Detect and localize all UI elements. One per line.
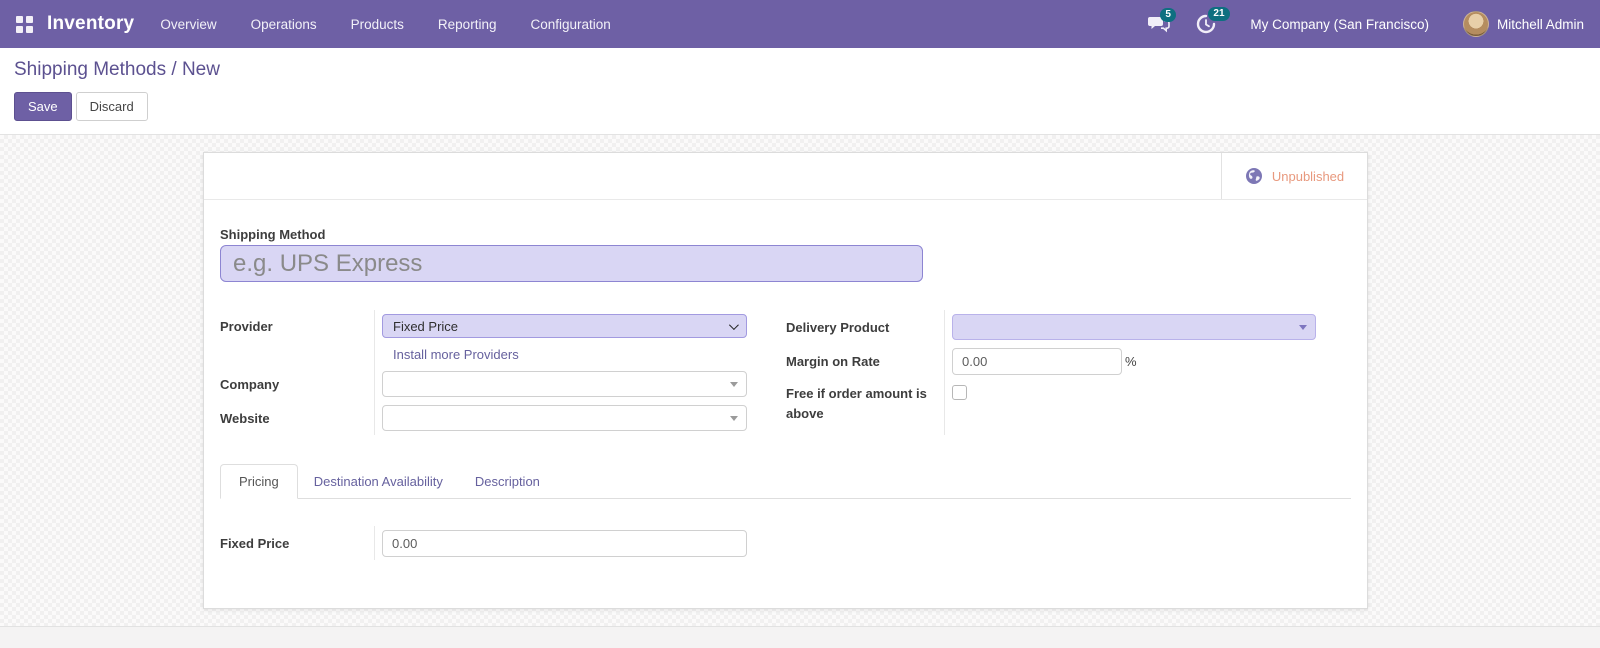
website-input[interactable] (391, 411, 724, 426)
publish-toggle-button[interactable]: Unpublished (1221, 153, 1367, 199)
tab-destination-availability[interactable]: Destination Availability (298, 465, 459, 498)
free-if-order-label: Free if order amount is above (786, 384, 936, 424)
chevron-down-icon (729, 320, 739, 330)
shipping-method-input[interactable] (220, 245, 923, 282)
activities-badge: 21 (1208, 7, 1229, 21)
fixed-price-input[interactable] (382, 530, 747, 557)
delivery-product-input[interactable] (961, 320, 1293, 335)
bottom-strip (0, 626, 1600, 648)
top-navbar: Inventory Overview Operations Products R… (0, 0, 1600, 48)
content-area: Unpublished Shipping Method Provider (0, 135, 1600, 648)
tab-description[interactable]: Description (459, 465, 556, 498)
install-more-providers-link[interactable]: Install more Providers (382, 347, 519, 362)
menu-overview[interactable]: Overview (160, 17, 216, 32)
tab-pricing[interactable]: Pricing (220, 464, 298, 499)
form-statusbar: Unpublished (204, 153, 1367, 200)
company-field[interactable] (382, 371, 747, 397)
left-group: Provider Company Website Fixed Price (220, 310, 747, 435)
form-body: Shipping Method Provider Company Website (204, 227, 1367, 560)
free-if-order-checkbox[interactable] (952, 385, 967, 400)
discard-button[interactable]: Discard (76, 92, 148, 121)
control-panel: Shipping Methods / New Save Discard (0, 48, 1600, 135)
menu-products[interactable]: Products (351, 17, 404, 32)
company-input[interactable] (391, 377, 724, 392)
save-button[interactable]: Save (14, 92, 72, 121)
sheet-background: Unpublished Shipping Method Provider (0, 135, 1600, 626)
menu-configuration[interactable]: Configuration (530, 17, 610, 32)
fixed-price-label: Fixed Price (220, 536, 289, 551)
field-groups: Provider Company Website Fixed Price (220, 310, 1351, 435)
delivery-product-field[interactable] (952, 314, 1316, 340)
shipping-method-block: Shipping Method (220, 227, 1351, 282)
delivery-product-label: Delivery Product (786, 320, 889, 335)
user-menu[interactable]: Mitchell Admin (1463, 11, 1584, 37)
action-buttons: Save Discard (14, 92, 1586, 121)
fixed-price-row: Fixed Price (220, 526, 1351, 560)
activities-icon[interactable]: 21 (1196, 14, 1216, 34)
margin-on-rate-input[interactable] (952, 348, 1122, 375)
company-label: Company (220, 377, 279, 392)
breadcrumb[interactable]: Shipping Methods / New (14, 59, 1586, 81)
company-switcher[interactable]: My Company (San Francisco) (1250, 17, 1429, 32)
provider-selected-value: Fixed Price (393, 319, 458, 334)
navbar-right: 5 21 My Company (San Francisco) Mitchell… (1148, 11, 1584, 37)
notebook-tabs: Pricing Destination Availability Descrip… (220, 464, 1351, 499)
globe-icon (1245, 167, 1263, 185)
messages-badge: 5 (1160, 8, 1176, 22)
avatar (1463, 11, 1489, 37)
app-name[interactable]: Inventory (47, 13, 134, 35)
user-name: Mitchell Admin (1497, 17, 1584, 32)
website-field[interactable] (382, 405, 747, 431)
margin-on-rate-label: Margin on Rate (786, 354, 880, 369)
publish-status-label: Unpublished (1272, 169, 1344, 184)
main-menu: Overview Operations Products Reporting C… (160, 17, 610, 32)
right-group: Delivery Product Margin on Rate Free if … (786, 310, 1316, 435)
website-label: Website (220, 411, 270, 426)
menu-operations[interactable]: Operations (251, 17, 317, 32)
form-sheet: Unpublished Shipping Method Provider (203, 152, 1368, 609)
caret-down-icon (730, 382, 738, 387)
provider-select[interactable]: Fixed Price (382, 314, 747, 338)
percent-suffix: % (1125, 354, 1137, 369)
apps-grid-icon[interactable] (16, 16, 33, 33)
caret-down-icon (730, 416, 738, 421)
shipping-method-label: Shipping Method (220, 227, 1351, 242)
menu-reporting[interactable]: Reporting (438, 17, 497, 32)
messages-icon[interactable]: 5 (1148, 15, 1170, 33)
provider-label: Provider (220, 319, 273, 334)
caret-down-icon (1299, 325, 1307, 330)
